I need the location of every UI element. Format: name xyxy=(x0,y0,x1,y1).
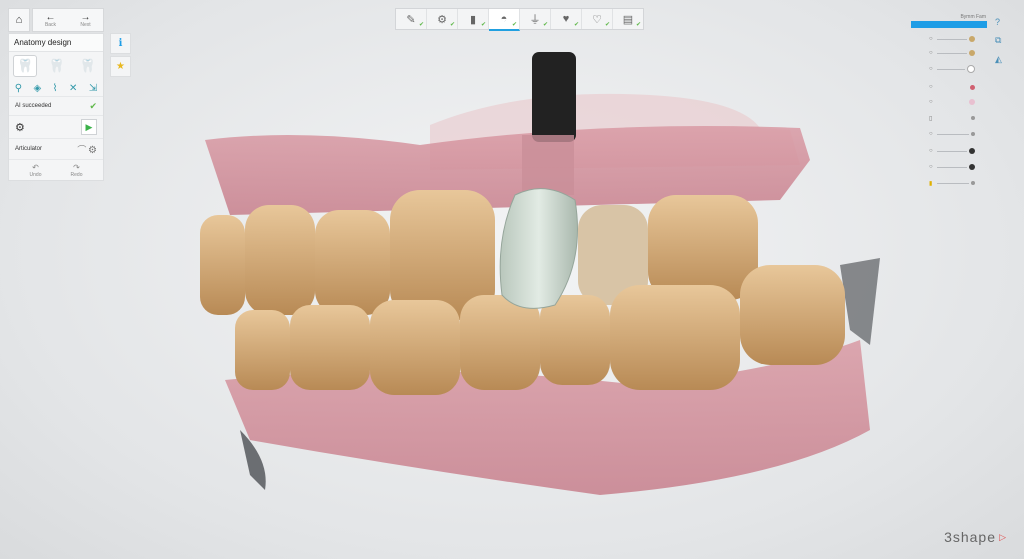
brand-logo: 3shape xyxy=(944,529,996,545)
designed-crown xyxy=(499,188,578,309)
brand-triangle-icon: ▷ xyxy=(999,532,1006,542)
3d-viewport[interactable] xyxy=(0,0,1024,559)
